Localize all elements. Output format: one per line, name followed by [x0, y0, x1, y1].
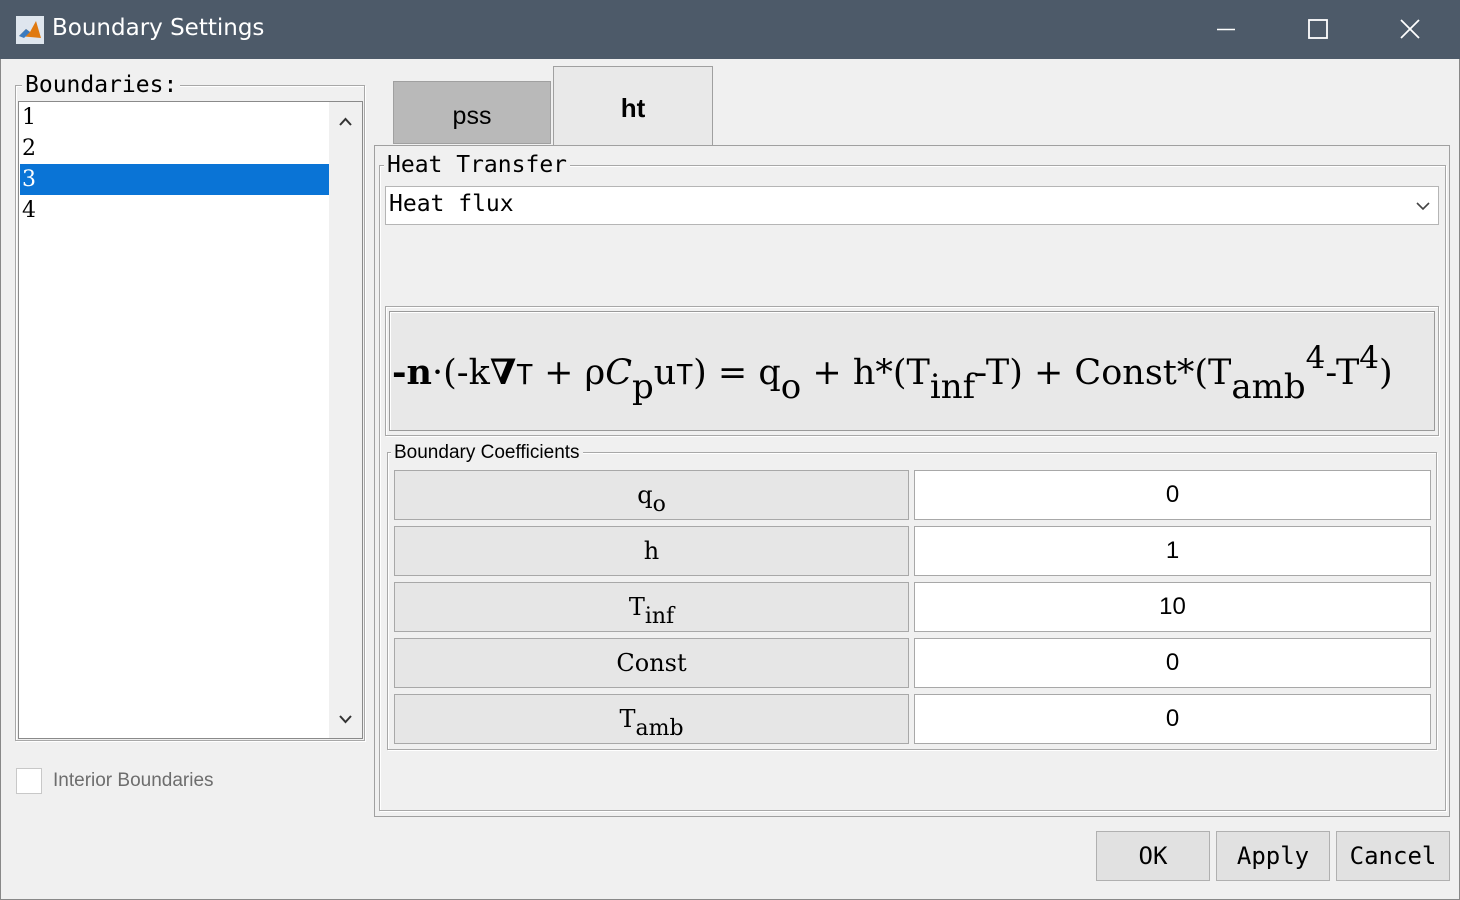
coef-sub: o — [652, 492, 666, 517]
equation-display: -n·(-k∇T + ρCpuT) = qo + h*(Tinf-T) + Co… — [389, 311, 1435, 431]
ok-button[interactable]: OK — [1096, 831, 1210, 881]
coef-value-const[interactable]: 0 — [914, 638, 1431, 688]
chevron-up-icon[interactable] — [329, 107, 362, 137]
heat-transfer-dropdown[interactable]: Heat flux — [385, 186, 1439, 225]
eq-part: · — [431, 353, 444, 393]
interior-boundaries-checkbox[interactable] — [16, 768, 42, 794]
coef-name: T — [628, 593, 645, 621]
dropdown-value: Heat flux — [389, 191, 514, 217]
eq-part: -T — [1325, 353, 1360, 393]
matlab-app-icon — [16, 16, 44, 44]
boundaries-group-title: Boundaries: — [22, 74, 181, 97]
coef-name: T — [619, 705, 636, 733]
coef-sub: inf — [644, 604, 675, 629]
eq-sub: inf — [929, 367, 976, 407]
interior-boundaries-row[interactable]: Interior Boundaries — [16, 767, 346, 795]
list-item[interactable]: 1 — [20, 102, 329, 133]
eq-part: T — [516, 358, 534, 391]
list-item[interactable]: 2 — [20, 133, 329, 164]
eq-part: + ρ — [533, 353, 606, 393]
eq-part: T — [676, 358, 694, 391]
tab-pss[interactable]: pss — [393, 81, 551, 144]
list-item-label: 2 — [22, 136, 36, 161]
list-scrollbar[interactable] — [329, 102, 362, 738]
coef-name: Const — [616, 649, 687, 677]
interior-boundaries-label: Interior Boundaries — [53, 770, 214, 791]
tab-ht[interactable]: ht — [553, 66, 713, 146]
eq-part: -T) + Const*(T — [975, 353, 1232, 393]
close-icon[interactable] — [1380, 0, 1440, 59]
coef-label-tinf: Tinf — [394, 582, 909, 632]
eq-part: ) = q — [693, 353, 781, 393]
eq-sup: 4 — [1359, 340, 1380, 376]
eq-normal-vector: n — [406, 352, 432, 393]
tab-label: pss — [452, 102, 492, 130]
chevron-down-icon[interactable] — [1408, 187, 1438, 224]
coef-value-h[interactable]: 1 — [914, 526, 1431, 576]
eq-sub: o — [780, 367, 802, 407]
eq-sub: amb — [1231, 367, 1306, 407]
heat-transfer-group-title: Heat Transfer — [384, 154, 571, 177]
coef-value-tinf[interactable]: 10 — [914, 582, 1431, 632]
eq-part: ) — [1379, 353, 1393, 393]
coef-label-q: qo — [394, 470, 909, 520]
coef-label-const: Const — [394, 638, 909, 688]
tab-label: ht — [620, 93, 646, 123]
list-item-label: 4 — [22, 198, 36, 223]
eq-part: C — [605, 353, 632, 393]
coef-label-h: h — [394, 526, 909, 576]
coef-label-tamb: Tamb — [394, 694, 909, 744]
window-title: Boundary Settings — [52, 15, 265, 41]
coef-value-q[interactable]: 0 — [914, 470, 1431, 520]
boundary-equation: -n·(-k∇T + ρCpuT) = qo + h*(Tinf-T) + Co… — [392, 340, 1393, 407]
eq-nabla: ∇ — [489, 352, 517, 393]
apply-button[interactable]: Apply — [1216, 831, 1330, 881]
cancel-button[interactable]: Cancel — [1336, 831, 1450, 881]
eq-sub: p — [631, 367, 654, 407]
title-bar: Boundary Settings — [0, 0, 1460, 59]
list-item[interactable]: 4 — [20, 195, 329, 226]
dialog-body: Boundaries: 1 2 3 4 Interior Boundaries … — [0, 59, 1460, 900]
minimize-icon[interactable] — [1196, 0, 1256, 59]
eq-part: + h*(T — [801, 353, 930, 393]
boundaries-listbox[interactable]: 1 2 3 4 — [18, 101, 363, 739]
maximize-icon[interactable] — [1288, 0, 1348, 59]
boundary-coefficients-title: Boundary Coefficients — [391, 443, 583, 462]
coef-value-tamb[interactable]: 0 — [914, 694, 1431, 744]
coef-name: h — [643, 537, 660, 565]
list-item-selected[interactable]: 3 — [20, 164, 329, 195]
coef-name: q — [637, 481, 653, 509]
eq-part: u — [653, 353, 677, 393]
eq-part: - — [392, 352, 407, 393]
eq-sup: 4 — [1305, 340, 1326, 376]
coef-sub: amb — [635, 716, 684, 741]
eq-part: (-k — [443, 353, 490, 393]
list-item-label: 1 — [22, 105, 36, 130]
chevron-down-icon[interactable] — [329, 704, 362, 734]
list-item-label: 3 — [22, 167, 36, 192]
